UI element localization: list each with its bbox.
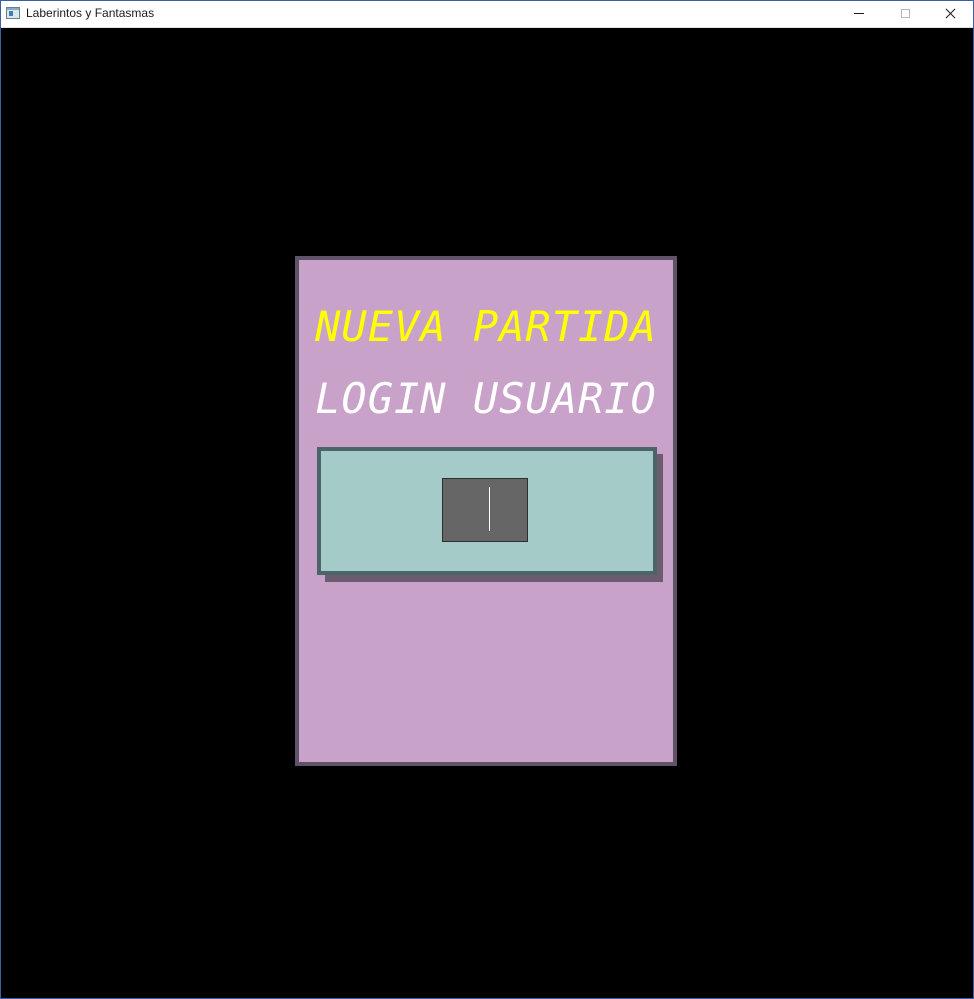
text-caret <box>489 487 490 531</box>
game-canvas[interactable]: NUEVA PARTIDA LOGIN USUARIO <box>1 28 973 998</box>
menu-option-login[interactable]: LOGIN USUARIO <box>299 374 673 424</box>
minimize-icon[interactable] <box>836 1 882 27</box>
app-window: Laberintos y Fantasmas NUEVA PARTIDA LOG… <box>0 0 974 999</box>
username-input[interactable] <box>442 478 528 542</box>
title-bar[interactable]: Laberintos y Fantasmas <box>1 1 973 28</box>
close-icon[interactable] <box>928 1 974 27</box>
login-input-dialog <box>317 447 657 575</box>
app-window-icon <box>6 7 20 19</box>
main-menu-panel: NUEVA PARTIDA LOGIN USUARIO <box>295 256 677 766</box>
maximize-icon[interactable] <box>882 1 928 27</box>
menu-option-new-game[interactable]: NUEVA PARTIDA <box>299 302 673 352</box>
window-title: Laberintos y Fantasmas <box>26 6 155 20</box>
